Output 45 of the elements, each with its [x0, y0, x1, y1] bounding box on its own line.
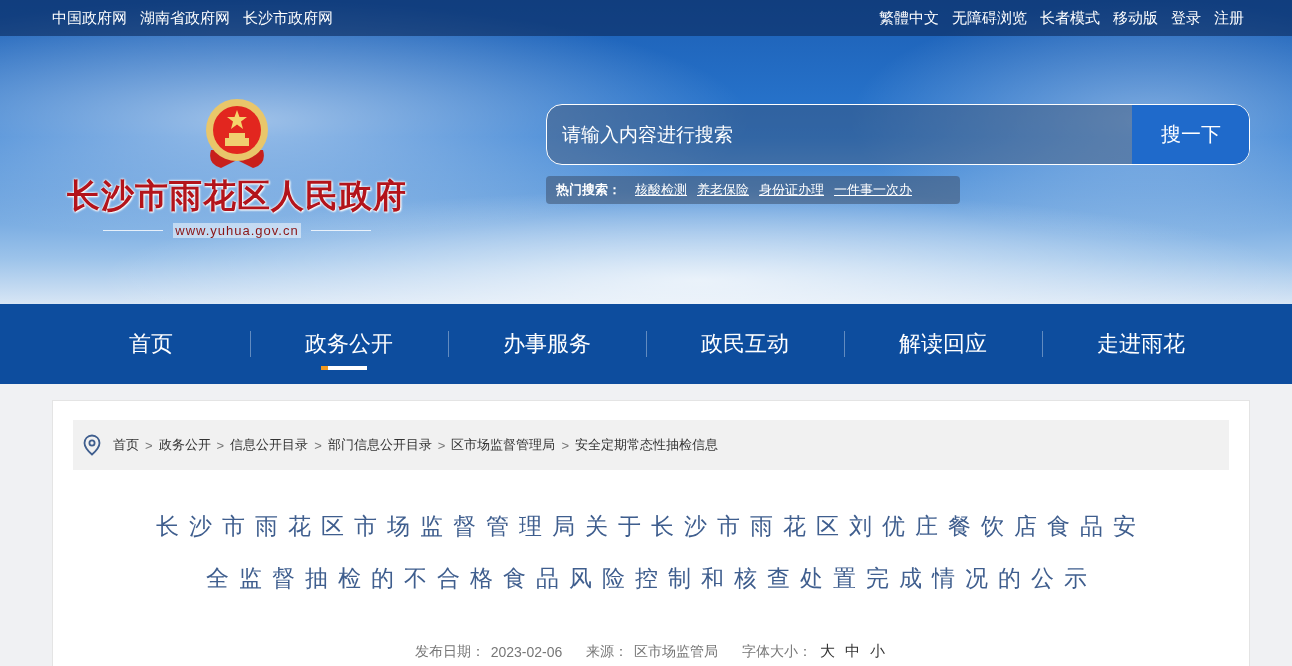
breadcrumb-separator: >	[437, 437, 446, 453]
top-link[interactable]: 中国政府网	[52, 8, 127, 28]
breadcrumb-separator: >	[216, 437, 225, 453]
top-link[interactable]: 繁體中文	[879, 8, 939, 28]
font-size-button[interactable]: 大	[818, 642, 838, 661]
nav-tab[interactable]: 解读回应	[895, 316, 991, 372]
nav-tab[interactable]: 首页	[125, 316, 177, 372]
breadcrumb-separator: >	[561, 437, 569, 453]
emblem-icon	[203, 98, 271, 170]
nav-tab[interactable]: 政民互动	[697, 316, 793, 372]
breadcrumb-link[interactable]: 安全定期常态性抽检信息	[574, 436, 718, 454]
publish-date: 2023-02-06	[490, 643, 563, 660]
breadcrumb-link[interactable]: 首页	[113, 436, 139, 454]
breadcrumb-link[interactable]: 信息公开目录	[230, 436, 309, 454]
top-link[interactable]: 登录	[1171, 8, 1201, 28]
hot-search-link[interactable]: 身份证办理	[759, 181, 824, 199]
date-label: 发布日期：	[414, 642, 485, 661]
hot-search-link[interactable]: 核酸检测	[635, 181, 687, 199]
nav-tab[interactable]: 走进雨花	[1093, 316, 1189, 372]
breadcrumb-separator: >	[314, 437, 322, 453]
font-size-label: 字体大小：	[742, 642, 813, 661]
article-title: 长沙市雨花区市场监督管理局关于长沙市雨花区刘优庄餐饮店食品安全监督抽检的不合格食品风险控制和核查处置完成情况的公示	[155, 512, 1147, 593]
search-field[interactable]: 请输入内容进行搜索 搜一下	[546, 104, 1250, 165]
hot-search-link[interactable]: 一件事一次办	[834, 181, 912, 199]
top-link[interactable]: 长者模式	[1040, 8, 1100, 28]
top-link[interactable]: 无障碍浏览	[952, 8, 1027, 28]
breadcrumb-separator: >	[145, 437, 153, 453]
top-link[interactable]: 湖南省政府网	[140, 8, 230, 28]
nav-tab[interactable]: 办事服务	[499, 316, 595, 372]
location-pin-icon	[83, 434, 101, 456]
source-name: 区市场监管局	[634, 642, 719, 661]
site-url: www.yuhua.gov.cn	[173, 223, 301, 238]
breadcrumb-link[interactable]: 部门信息公开目录	[327, 436, 432, 454]
breadcrumb-link[interactable]: 区市场监督管理局	[451, 436, 556, 454]
top-link[interactable]: 长沙市政府网	[243, 8, 333, 28]
top-link[interactable]: 注册	[1214, 8, 1244, 28]
hot-search-link[interactable]: 养老保险	[697, 181, 749, 199]
source-label: 来源：	[586, 642, 629, 661]
font-size-button[interactable]: 小	[868, 642, 888, 661]
hot-search-label: 热门搜索：	[556, 181, 621, 199]
breadcrumb-link[interactable]: 政务公开	[158, 436, 211, 454]
search-button[interactable]: 搜一下	[1132, 105, 1249, 164]
site-title: 长沙市雨花区人民政府	[67, 176, 407, 216]
top-link[interactable]: 移动版	[1113, 8, 1158, 28]
font-size-button[interactable]: 中	[843, 642, 863, 661]
